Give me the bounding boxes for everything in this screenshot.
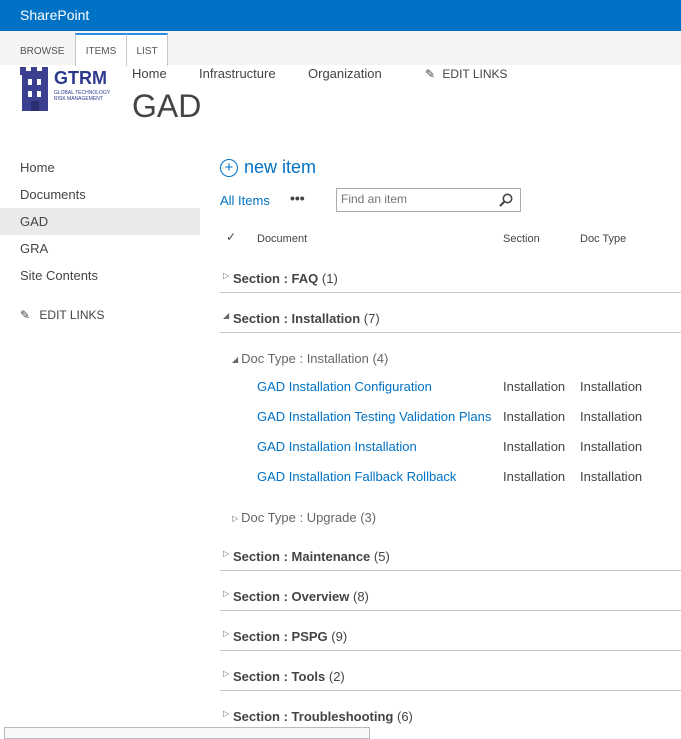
- group-label: Section: [233, 271, 280, 286]
- search-icon[interactable]: [498, 192, 514, 208]
- column-header-section[interactable]: Section: [503, 233, 540, 245]
- search-box: [336, 188, 521, 212]
- site-logo[interactable]: GTRM GLOBAL TECHNOLOGY RISK MANAGEMENT: [20, 65, 112, 115]
- group-value: Tools: [291, 669, 326, 684]
- group-header-pspg[interactable]: ▷ Section : PSPG (9): [220, 624, 681, 651]
- expand-triangle-icon: ▷: [223, 629, 230, 638]
- edit-links-label: EDIT LINKS: [39, 308, 105, 322]
- group-count: (2): [328, 669, 345, 684]
- top-nav-home[interactable]: Home: [132, 66, 167, 81]
- page-title: GAD: [132, 88, 202, 124]
- group-count: (6): [396, 709, 413, 724]
- group-value: Overview: [291, 589, 350, 604]
- doc-type-cell: Installation: [580, 379, 643, 394]
- group-header-maintenance[interactable]: ▷ Section : Maintenance (5): [220, 544, 681, 571]
- expand-triangle-icon: ▷: [223, 709, 230, 718]
- group-value: Maintenance: [291, 549, 371, 564]
- section-cell: Installation: [503, 409, 566, 424]
- group-label: Section: [233, 669, 280, 684]
- top-nav-organization[interactable]: Organization: [308, 66, 382, 81]
- subgroup-count: (4): [372, 351, 389, 366]
- group-label: Section: [233, 549, 280, 564]
- group-label: Section: [233, 709, 280, 724]
- expand-triangle-icon: ▷: [223, 589, 230, 598]
- subgroup-value: Installation: [306, 351, 369, 366]
- column-header-document[interactable]: Document: [257, 233, 307, 245]
- edit-links-label: EDIT LINKS: [442, 67, 508, 81]
- suite-bar-title[interactable]: SharePoint: [20, 7, 89, 23]
- doc-type-cell: Installation: [580, 409, 643, 424]
- tab-items[interactable]: ITEMS: [75, 33, 127, 66]
- left-nav-home[interactable]: Home: [0, 154, 200, 181]
- group-count: (1): [321, 271, 338, 286]
- collapse-triangle-icon: ◢: [223, 311, 230, 320]
- expand-triangle-icon: ▷: [223, 271, 230, 280]
- group-value: Troubleshooting: [291, 709, 394, 724]
- search-input[interactable]: [341, 191, 491, 207]
- doc-type-cell: Installation: [580, 469, 643, 484]
- new-item-label: new item: [244, 157, 317, 177]
- group-header-overview[interactable]: ▷ Section : Overview (8): [220, 584, 681, 611]
- left-nav-gad[interactable]: GAD: [0, 208, 200, 235]
- subgroup-label: Doc Type: [241, 351, 296, 366]
- logo-tagline: GLOBAL TECHNOLOGY RISK MANAGEMENT: [54, 90, 111, 102]
- pencil-icon: ✎: [425, 67, 436, 81]
- group-label: Section: [233, 589, 280, 604]
- group-count: (8): [352, 589, 369, 604]
- subgroup-header-installation[interactable]: ◢ Doc Type : Installation (4): [232, 351, 388, 366]
- column-header-doc-type[interactable]: Doc Type: [580, 233, 626, 245]
- new-item-button[interactable]: + new item: [220, 157, 316, 178]
- document-link[interactable]: GAD Installation Installation: [257, 439, 417, 454]
- left-nav-site-contents[interactable]: Site Contents: [0, 262, 200, 289]
- group-header-faq[interactable]: ▷ Section : FAQ (1): [220, 266, 681, 293]
- left-nav-gra[interactable]: GRA: [0, 235, 200, 262]
- expand-triangle-icon: ▷: [223, 669, 230, 678]
- subgroup-label: Doc Type: [241, 510, 296, 525]
- tab-browse[interactable]: BROWSE: [20, 35, 64, 65]
- select-all-checkmark-icon[interactable]: ✓: [226, 230, 236, 244]
- group-label: Section: [233, 311, 280, 326]
- group-count: (7): [363, 311, 380, 326]
- document-link[interactable]: GAD Installation Testing Validation Plan…: [257, 409, 491, 424]
- top-nav-infrastructure[interactable]: Infrastructure: [199, 66, 276, 81]
- group-label: Section: [233, 629, 280, 644]
- group-value: Installation: [291, 311, 361, 326]
- left-nav-edit-links[interactable]: ✎ EDIT LINKS: [20, 308, 105, 322]
- left-nav-documents[interactable]: Documents: [0, 181, 200, 208]
- group-count: (9): [331, 629, 348, 644]
- section-cell: Installation: [503, 469, 566, 484]
- status-bar-url: [4, 727, 370, 739]
- suite-bar: SharePoint: [0, 0, 681, 31]
- more-options-button[interactable]: •••: [290, 190, 305, 206]
- section-cell: Installation: [503, 379, 566, 394]
- subgroup-value: Upgrade: [306, 510, 357, 525]
- document-link[interactable]: GAD Installation Configuration: [257, 379, 432, 394]
- logo-text: GTRM: [54, 68, 107, 88]
- subgroup-count: (3): [360, 510, 377, 525]
- group-value: PSPG: [291, 629, 328, 644]
- collapse-triangle-icon: ◢: [232, 355, 239, 364]
- group-count: (5): [373, 549, 390, 564]
- group-header-tools[interactable]: ▷ Section : Tools (2): [220, 664, 681, 691]
- doc-type-cell: Installation: [580, 439, 643, 454]
- view-all-items[interactable]: All Items: [220, 193, 270, 208]
- expand-triangle-icon: ▷: [232, 514, 239, 523]
- pencil-icon: ✎: [20, 308, 31, 322]
- plus-circle-icon: +: [220, 159, 238, 177]
- top-nav-edit-links[interactable]: ✎ EDIT LINKS: [425, 67, 508, 81]
- group-header-installation[interactable]: ◢ Section : Installation (7): [220, 306, 681, 333]
- expand-triangle-icon: ▷: [223, 549, 230, 558]
- document-link[interactable]: GAD Installation Fallback Rollback: [257, 469, 456, 484]
- group-value: FAQ: [291, 271, 319, 286]
- tab-list[interactable]: LIST: [126, 33, 168, 66]
- subgroup-header-upgrade[interactable]: ▷ Doc Type : Upgrade (3): [232, 510, 376, 525]
- ribbon: BROWSE ITEMS LIST: [0, 31, 681, 66]
- section-cell: Installation: [503, 439, 566, 454]
